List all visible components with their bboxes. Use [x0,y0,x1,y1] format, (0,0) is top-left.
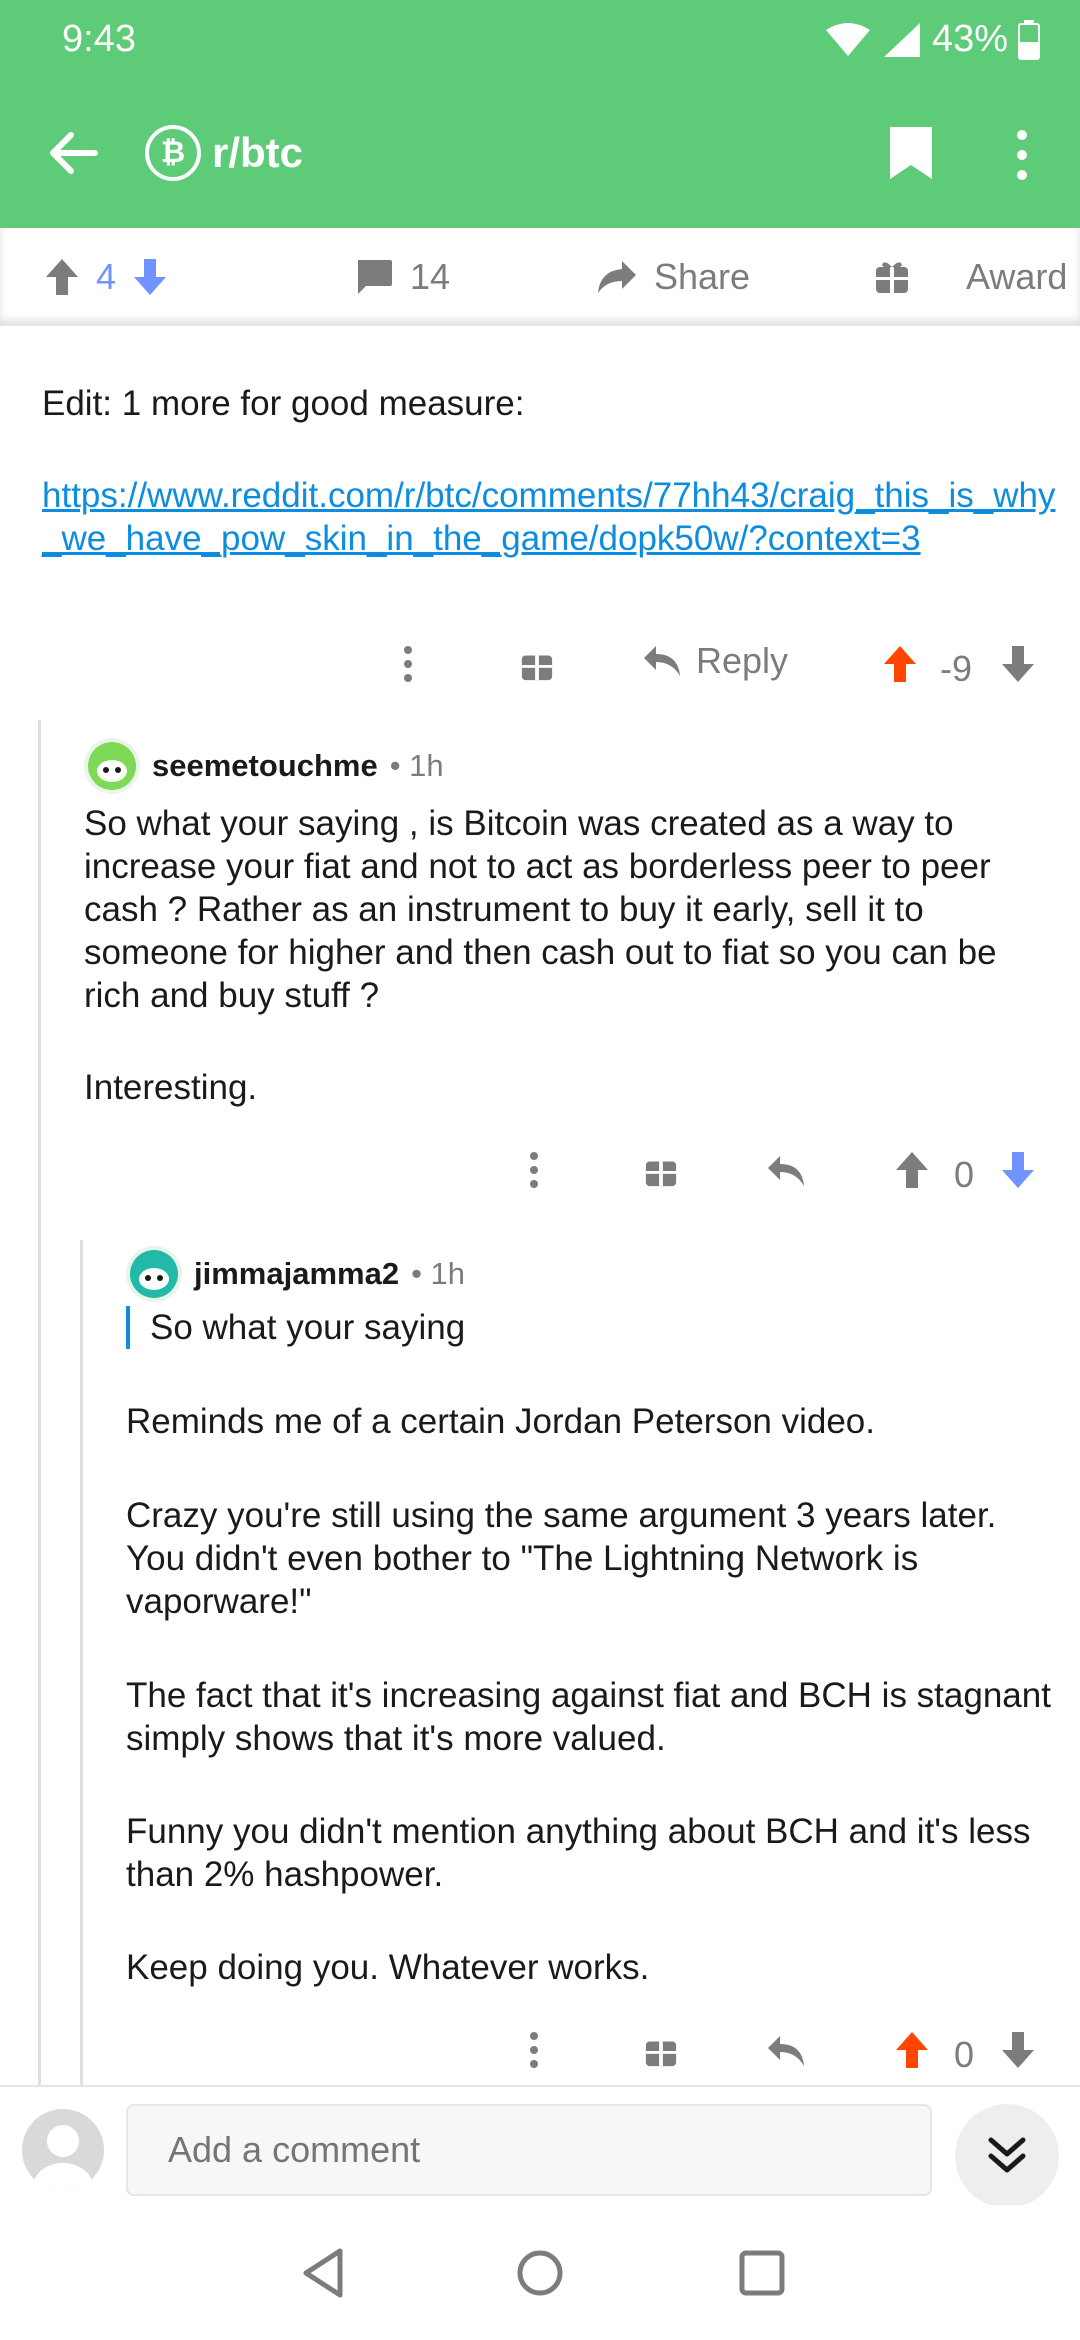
comment-author[interactable]: seemetouchme [152,748,378,784]
more-options-icon[interactable] [1010,125,1034,185]
comment-icon [358,260,392,294]
comments-button[interactable]: 14 [354,228,450,326]
parent-score: -9 [940,648,973,689]
edit-text: Edit: 1 more for good measure: [42,384,525,423]
comment-time: • 1h [389,748,444,783]
gift-icon[interactable] [644,2034,678,2068]
post-vote-count: 4 [96,256,117,297]
snoo-avatar-icon [130,1250,178,1298]
downvote-icon[interactable] [1000,644,1036,684]
reply-icon[interactable] [766,2034,806,2068]
add-comment-input[interactable] [126,2104,932,2196]
award-button[interactable]: Award [874,228,1067,326]
thread-line [80,1240,83,2120]
comment-paragraph: Keep doing you. Whatever works. [126,1948,650,1987]
upvote-icon[interactable] [894,1150,930,1190]
signal-icon [883,22,920,57]
downvote-icon[interactable] [1000,1150,1036,1190]
subreddit-name[interactable]: r/btc [212,129,303,177]
status-time: 9:43 [62,18,136,60]
wifi-icon [825,22,870,56]
battery-icon [1018,19,1040,60]
comment-paragraph: The fact that it's increasing against fi… [126,1676,1051,1758]
gift-icon[interactable] [644,1154,678,1188]
upvote-icon[interactable] [44,257,80,297]
comment-score: 0 [954,1154,975,1195]
comment-score: 0 [954,2034,975,2075]
post-action-bar: 4 14 Share Award [0,228,1080,326]
upvote-icon[interactable] [882,644,918,684]
avatar[interactable] [126,1246,182,1302]
comment-paragraph: Reminds me of a certain Jordan Peterson … [126,1402,875,1441]
more-options-icon[interactable] [528,1150,540,1190]
bookmark-icon[interactable] [888,125,934,181]
nav-home-icon[interactable] [512,2245,568,2301]
reply-label: Reply [696,640,789,681]
snoo-avatar-icon [88,742,136,790]
gift-icon [876,262,908,293]
reply-button[interactable]: Reply [642,640,788,682]
share-button[interactable]: Share [596,228,750,326]
award-label: Award [966,256,1068,297]
gift-icon[interactable] [520,648,554,682]
share-icon [598,261,636,293]
system-nav-bar [0,2205,1080,2340]
comment-author[interactable]: jimmajamma2 [194,1256,399,1292]
top-header: 9:43 43% ₿ r/btc [0,0,1080,228]
comment-time: • 1h [411,1256,466,1291]
post-vote-group: 4 [44,228,168,326]
quote-block: So what your saying [126,1306,1046,1349]
app-bar: ₿ r/btc [0,115,1080,195]
comment-paragraph: Funny you didn't mention anything about … [126,1812,1031,1894]
comment-body-end: Interesting. [84,1068,258,1107]
share-label: Share [654,256,751,297]
thread-line [38,720,41,2120]
status-bar: 9:43 43% [62,18,1040,64]
comment-composer-bar [0,2085,1080,2208]
upvote-icon[interactable] [894,2030,930,2070]
reply-icon[interactable] [766,1154,806,1188]
avatar[interactable] [22,2109,104,2191]
downvote-icon[interactable] [132,257,168,297]
comment-body: So what your saying , is Bitcoin was cre… [84,804,997,1015]
reply-icon [644,646,680,676]
comment-paragraph: Crazy you're still using the same argume… [126,1496,997,1621]
user-avatar-icon [33,2125,93,2191]
double-chevron-down-icon [988,2137,1026,2173]
battery-percent: 43% [931,18,1008,60]
back-arrow-icon[interactable] [45,125,101,181]
nav-back-icon[interactable] [296,2245,352,2301]
nav-recents-icon[interactable] [734,2245,790,2301]
comment-link[interactable]: https://www.reddit.com/r/btc/comments/77… [42,474,1062,560]
jump-next-button[interactable] [955,2104,1059,2208]
avatar[interactable] [84,738,140,794]
more-options-icon[interactable] [528,2030,540,2070]
more-options-icon[interactable] [402,644,414,684]
subreddit-icon[interactable]: ₿ [145,125,201,181]
downvote-icon[interactable] [1000,2030,1036,2070]
comment-author-row: seemetouchme • 1h [84,738,444,794]
comments-count: 14 [410,256,451,297]
comment-author-row: jimmajamma2 • 1h [126,1246,465,1302]
